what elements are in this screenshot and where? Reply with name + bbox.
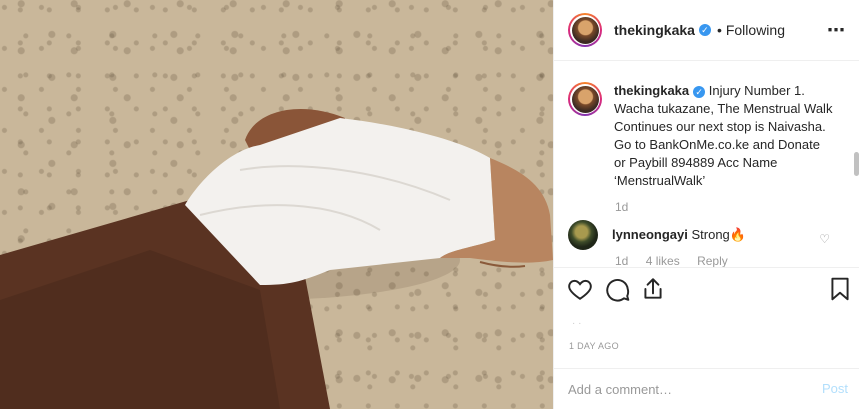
caption-username[interactable]: thekingkaka — [614, 83, 689, 98]
header-separator: • — [716, 22, 722, 38]
fire-emoji: 🔥 — [729, 227, 746, 242]
share-icon[interactable] — [640, 276, 666, 302]
comment-likes-count[interactable]: 4 likes — [646, 254, 680, 267]
caption-timestamp[interactable]: 1d — [615, 200, 628, 214]
verified-badge-icon: ✓ — [698, 24, 711, 36]
comment-meta: 1d 4 likes Reply — [615, 254, 742, 267]
comment-item: lynneongayi Strong🔥 — [568, 220, 746, 250]
comment-like-icon[interactable]: ♡ — [819, 232, 830, 246]
heart-icon[interactable] — [567, 276, 593, 302]
comment-timestamp[interactable]: 1d — [615, 254, 628, 267]
comments-scrollbar[interactable] — [854, 152, 859, 176]
author-avatar[interactable] — [568, 13, 602, 47]
likes-placeholder: · · — [572, 318, 582, 329]
reply-button[interactable]: Reply — [697, 254, 728, 267]
comment-text: Strong — [691, 227, 730, 242]
caption-avatar[interactable] — [568, 82, 602, 116]
commenter-avatar[interactable] — [568, 220, 598, 250]
post-header: thekingkaka ✓ • Following ⋯ — [554, 0, 859, 61]
author-username[interactable]: thekingkaka — [614, 22, 695, 38]
following-button[interactable]: Following — [726, 22, 785, 38]
caption-text: Injury Number 1. Wacha tukazane, The Men… — [614, 83, 833, 188]
comment-input[interactable] — [568, 379, 798, 399]
comments-section[interactable]: thekingkaka ✓ Injury Number 1. Wacha tuka… — [554, 62, 859, 268]
post-sidebar: thekingkaka ✓ • Following ⋯ thekingkaka ✓… — [553, 0, 859, 409]
post-caption: thekingkaka ✓ Injury Number 1. Wacha tuka… — [568, 82, 834, 190]
post-photo[interactable] — [0, 0, 553, 409]
comment-icon[interactable] — [605, 276, 631, 302]
bookmark-icon[interactable] — [827, 276, 853, 302]
verified-badge-icon: ✓ — [693, 85, 706, 98]
commenter-username[interactable]: lynneongayi — [612, 227, 688, 242]
more-options-icon[interactable]: ⋯ — [827, 20, 846, 41]
post-time-ago[interactable]: 1 DAY AGO — [569, 341, 619, 351]
post-comment-button[interactable]: Post — [822, 381, 848, 396]
post-actions — [554, 276, 859, 306]
add-comment-bar: Post — [554, 368, 859, 409]
